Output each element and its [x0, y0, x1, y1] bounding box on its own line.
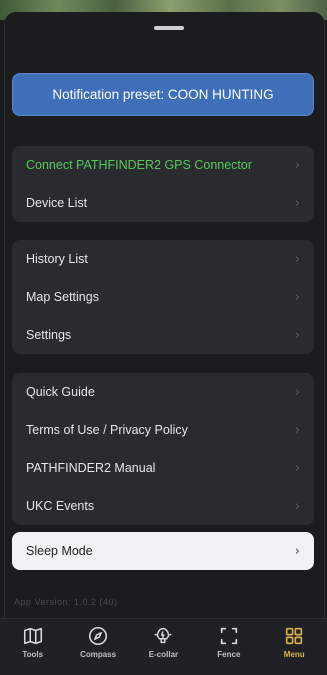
ecollar-icon [154, 627, 173, 644]
menu-item-device-list[interactable]: Device List › [12, 184, 314, 222]
tab-tools[interactable]: Tools [5, 625, 61, 659]
data-settings-group: History List › Map Settings › Settings › [12, 240, 314, 354]
chevron-right-icon: › [294, 498, 300, 514]
chevron-right-icon: › [294, 195, 300, 211]
sleep-mode-button[interactable]: Sleep Mode › [12, 532, 314, 570]
chevron-right-icon: › [294, 251, 300, 267]
chevron-right-icon: › [294, 157, 300, 173]
connection-group: Connect PATHFINDER2 GPS Connector › Devi… [12, 146, 314, 222]
chevron-right-icon: › [294, 460, 300, 476]
menu-item-label: Device List [26, 196, 88, 210]
notification-preset-label: Notification preset: COON HUNTING [52, 87, 274, 102]
tab-label: Menu [283, 650, 305, 659]
tab-compass[interactable]: Compass [70, 625, 126, 659]
menu-item-label: History List [26, 252, 88, 266]
menu-item-terms-privacy[interactable]: Terms of Use / Privacy Policy › [12, 411, 314, 449]
tab-ecollar[interactable]: E-collar [135, 625, 191, 659]
chevron-right-icon: › [294, 543, 300, 559]
tab-label: Fence [217, 650, 241, 659]
menu-item-label: PATHFINDER2 Manual [26, 461, 156, 475]
menu-item-settings[interactable]: Settings › [12, 316, 314, 354]
menu-item-label: Connect PATHFINDER2 GPS Connector [26, 158, 253, 172]
menu-item-label: Map Settings [26, 290, 99, 304]
bottom-tab-bar: Tools Compass E-collar Fence Menu [0, 618, 327, 675]
tab-label: Compass [80, 650, 117, 659]
menu-item-label: Quick Guide [26, 385, 95, 399]
chevron-right-icon: › [294, 422, 300, 438]
menu-item-label: UKC Events [26, 499, 95, 513]
chevron-right-icon: › [294, 289, 300, 305]
chevron-right-icon: › [294, 384, 300, 400]
menu-item-quick-guide[interactable]: Quick Guide › [12, 373, 314, 411]
app-version-text: App Version: 1.0.2 (40) [14, 597, 118, 607]
menu-item-connect-gps[interactable]: Connect PATHFINDER2 GPS Connector › [12, 146, 314, 184]
menu-item-history-list[interactable]: History List › [12, 240, 314, 278]
info-group: Quick Guide › Terms of Use / Privacy Pol… [12, 373, 314, 525]
chevron-right-icon: › [294, 327, 300, 343]
menu-item-map-settings[interactable]: Map Settings › [12, 278, 314, 316]
sheet-drag-handle[interactable] [154, 26, 184, 30]
menu-item-manual[interactable]: PATHFINDER2 Manual › [12, 449, 314, 487]
tab-menu[interactable]: Menu [266, 625, 322, 659]
menu-item-ukc-events[interactable]: UKC Events › [12, 487, 314, 525]
tab-fence[interactable]: Fence [201, 625, 257, 659]
tab-label: E-collar [148, 650, 179, 659]
notification-preset-banner[interactable]: Notification preset: COON HUNTING [12, 73, 314, 116]
menu-item-label: Settings [26, 328, 72, 342]
tab-label: Tools [22, 650, 44, 659]
compass-icon [89, 626, 108, 646]
sleep-mode-label: Sleep Mode [26, 544, 93, 558]
menu-item-label: Terms of Use / Privacy Policy [26, 423, 188, 437]
fence-icon [220, 627, 238, 645]
grid-icon [286, 627, 303, 645]
map-icon [23, 627, 42, 645]
